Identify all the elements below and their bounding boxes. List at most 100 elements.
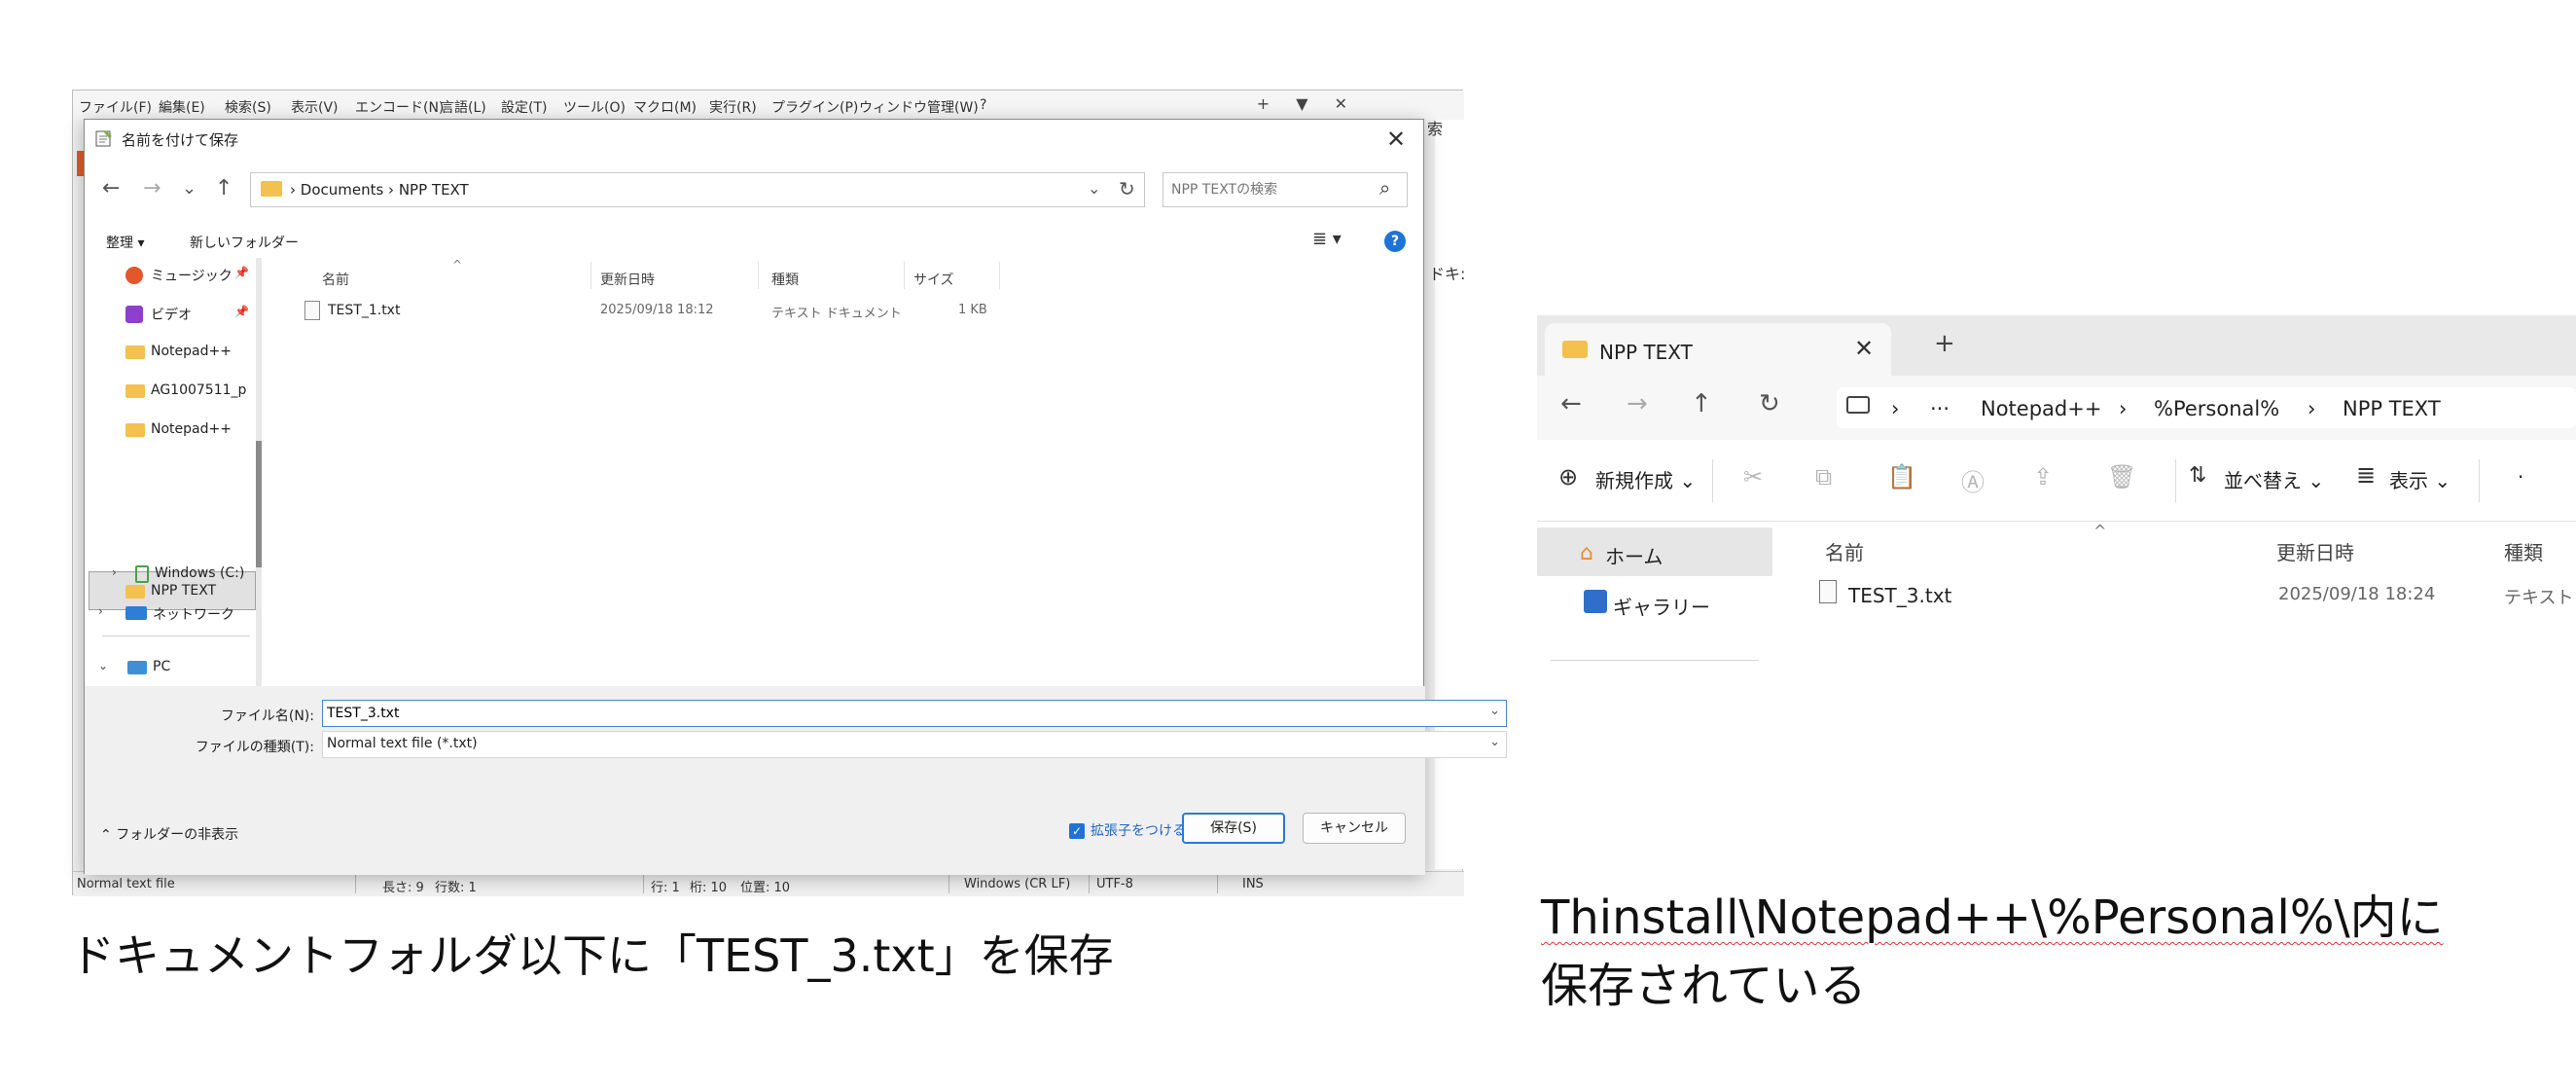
chevron-down-icon[interactable]: ⌄ <box>1489 735 1500 749</box>
chevron-down-icon[interactable]: ⌄ <box>1088 179 1100 198</box>
divider <box>1551 660 1759 661</box>
view-button[interactable]: 表示 ⌄ <box>2389 465 2451 493</box>
filename-combobox[interactable]: ⌄ <box>322 700 1507 727</box>
file-row[interactable]: TEST_1.txt 2025/09/18 18:12 テキスト ドキュメント … <box>275 295 1015 326</box>
back-arrow-icon[interactable]: ← <box>1560 389 1582 418</box>
column-size[interactable]: サイズ <box>913 270 954 289</box>
up-arrow-icon[interactable]: ↑ <box>215 176 233 200</box>
breadcrumb-notepadpp[interactable]: Notepad++ <box>1981 397 2101 420</box>
sort-ascending-icon: ^ <box>2093 522 2107 540</box>
paste-icon[interactable]: 📋 <box>1887 463 1916 490</box>
breadcrumb[interactable]: › Documents › NPP TEXT <box>290 181 469 199</box>
menu-window[interactable]: ウィンドウ管理(W) <box>859 97 979 117</box>
menu-macro[interactable]: マクロ(M) <box>633 97 697 117</box>
menu-tools[interactable]: ツール(O) <box>563 97 626 117</box>
search-input[interactable] <box>1171 179 1366 200</box>
menu-view[interactable]: 表示(V) <box>291 97 339 117</box>
back-arrow-icon[interactable]: ← <box>102 176 120 200</box>
search-box[interactable]: ⌕ <box>1163 172 1408 207</box>
menu-encoding[interactable]: エンコード(N) <box>355 97 444 117</box>
filetype-select[interactable]: Normal text file (*.txt) ⌄ <box>322 731 1507 758</box>
column-modified[interactable]: 更新日時 <box>2276 537 2354 565</box>
share-icon[interactable]: ⇪ <box>2033 463 2053 490</box>
checkbox-checked-icon[interactable]: ✓ <box>1069 823 1085 839</box>
recent-locations-icon[interactable]: ⌄ <box>182 178 197 199</box>
column-type[interactable]: 種類 <box>771 270 799 289</box>
delete-icon[interactable]: 🗑 <box>2107 463 2136 490</box>
help-icon[interactable]: ? <box>1384 231 1406 252</box>
chevron-down-icon[interactable]: ⌄ <box>1489 704 1500 718</box>
explorer-tab[interactable]: NPP TEXT ✕ <box>1545 323 1891 376</box>
breadcrumb-npp-text[interactable]: NPP TEXT <box>2343 397 2441 420</box>
cancel-button[interactable]: キャンセル <box>1303 813 1406 844</box>
close-tab-icon[interactable]: ✕ <box>1335 94 1347 113</box>
nav-pane-tail: › Windows (C:) › ネットワーク <box>85 565 260 686</box>
breadcrumb[interactable]: › ··· Notepad++ › %Personal% › NPP TEXT <box>1837 387 2576 428</box>
copy-icon[interactable]: ⧉ <box>1815 463 1832 490</box>
nav-item-music[interactable]: ミュージック 📌 <box>85 258 255 291</box>
status-lines: 行数: 1 <box>435 881 477 895</box>
column-divider[interactable] <box>904 262 905 289</box>
column-type[interactable]: 種類 <box>2504 537 2543 565</box>
filename-input[interactable] <box>327 704 1475 723</box>
explorer-commandbar: ⊕ 新規作成 ⌄ ✂ ⧉ 📋 Ⓐ ⇪ 🗑 ⇅ 並べ替え ⌄ ≣ 表示 ⌄ · <box>1537 440 2576 522</box>
up-arrow-icon[interactable]: ↑ <box>1691 389 1712 418</box>
address-bar[interactable]: › Documents › NPP TEXT ⌄ ↻ <box>250 172 1145 207</box>
more-icon[interactable]: · <box>2518 465 2523 489</box>
hide-folders-toggle[interactable]: ⌃ フォルダーの非表示 <box>100 824 238 844</box>
sort-button[interactable]: 並べ替え ⌄ <box>2224 465 2324 493</box>
rename-icon[interactable]: Ⓐ <box>1961 463 1985 497</box>
tab-list-icon[interactable]: ▼ <box>1296 94 1307 113</box>
column-divider[interactable] <box>758 262 759 289</box>
file-name[interactable]: TEST_3.txt <box>1848 584 1951 607</box>
menu-file[interactable]: ファイル(F) <box>79 97 152 117</box>
new-tab-icon[interactable]: + <box>1934 329 1955 358</box>
chevron-right-icon[interactable]: › <box>112 565 117 579</box>
status-line: 行: 1 <box>651 881 680 895</box>
forward-arrow-icon[interactable]: → <box>1627 389 1648 418</box>
close-icon[interactable]: ✕ <box>1386 126 1406 153</box>
menu-language[interactable]: 言語(L) <box>441 97 486 117</box>
menu-run[interactable]: 実行(R) <box>709 97 757 117</box>
nav-item-folder[interactable]: Notepad++ <box>85 336 255 369</box>
monitor-icon <box>1846 396 1870 414</box>
file-size: 1 KB <box>958 303 987 317</box>
column-name[interactable]: 名前 <box>322 270 349 289</box>
new-tab-icon[interactable]: + <box>1257 94 1270 113</box>
save-button[interactable]: 保存(S) <box>1182 813 1285 844</box>
chevron-right-icon[interactable]: › <box>98 604 103 618</box>
view-options-button[interactable]: ≣ ▾ <box>1312 229 1342 249</box>
column-divider[interactable] <box>999 262 1000 289</box>
close-icon[interactable]: ✕ <box>1854 335 1874 362</box>
nav-item-windows-c[interactable]: › Windows (C:) <box>85 558 255 591</box>
refresh-icon[interactable]: ↻ <box>1759 389 1780 418</box>
status-filetype: Normal text file <box>77 877 175 891</box>
refresh-icon[interactable]: ↻ <box>1119 177 1135 200</box>
cut-icon[interactable]: ✂ <box>1743 463 1763 490</box>
partial-text: ドキ: <box>1429 265 1466 283</box>
column-divider[interactable] <box>590 262 591 289</box>
search-icon[interactable]: ⌕ <box>1379 176 1390 200</box>
nav-item-video[interactable]: ビデオ 📌 <box>85 297 255 330</box>
new-button[interactable]: 新規作成 ⌄ <box>1595 465 1696 493</box>
nav-item-folder[interactable]: Notepad++ <box>85 414 255 447</box>
column-modified[interactable]: 更新日時 <box>600 270 655 289</box>
nav-item-network[interactable]: › ネットワーク <box>85 597 255 630</box>
menu-help[interactable]: ? <box>980 97 986 113</box>
status-encoding: UTF-8 <box>1096 877 1133 891</box>
new-folder-button[interactable]: 新しいフォルダー <box>190 233 299 252</box>
organize-button[interactable]: 整理 ▾ <box>106 233 144 252</box>
menu-settings[interactable]: 設定(T) <box>501 97 547 117</box>
menu-plugins[interactable]: プラグイン(P) <box>771 97 858 117</box>
file-type: テキスト ドキュメント <box>771 307 902 321</box>
breadcrumb-overflow[interactable]: ··· <box>1930 397 1950 420</box>
forward-arrow-icon[interactable]: → <box>143 176 161 200</box>
status-divider <box>355 874 356 893</box>
breadcrumb-personal[interactable]: %Personal% <box>2154 397 2279 420</box>
menu-search[interactable]: 検索(S) <box>225 97 271 117</box>
column-name[interactable]: 名前 <box>1825 537 1864 565</box>
nav-item-gallery[interactable]: ギャラリー <box>1613 592 1710 620</box>
nav-scrollbar-thumb[interactable] <box>256 441 262 567</box>
nav-item-folder[interactable]: AG1007511_p <box>85 375 255 408</box>
menu-edit[interactable]: 編集(E) <box>159 97 205 117</box>
